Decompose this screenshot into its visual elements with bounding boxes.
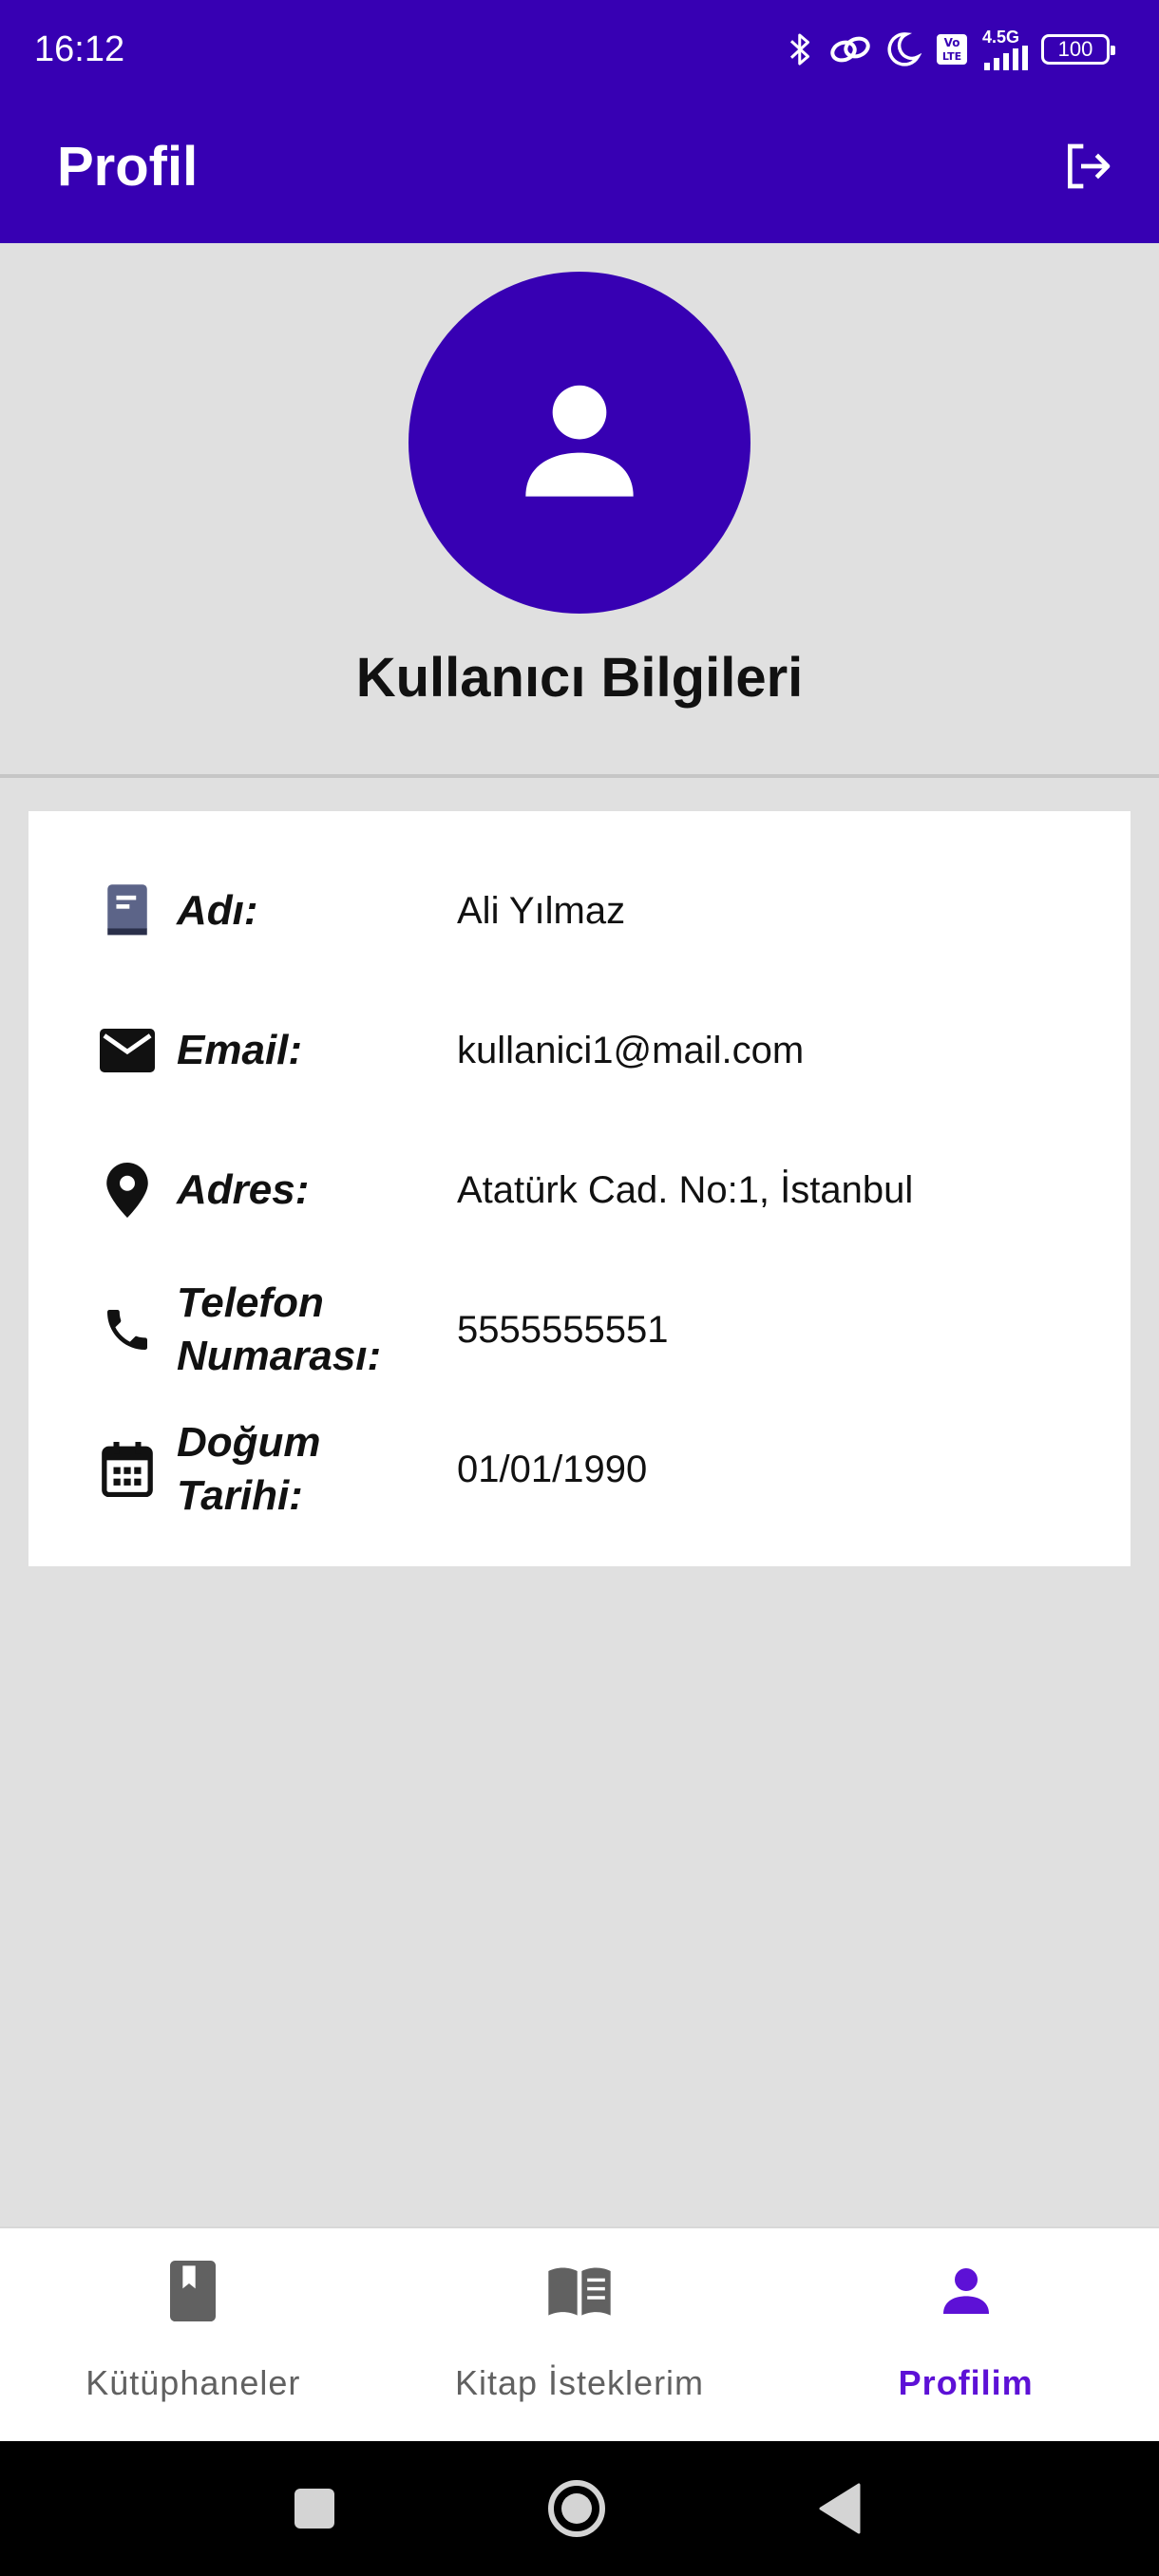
recents-button[interactable] xyxy=(281,2475,348,2542)
battery-level: 100 xyxy=(1057,37,1093,61)
bottom-navigation: Kütüphaneler Kitap İsteklerim Profilim xyxy=(0,2226,1159,2441)
info-label: Doğum Tarihi: xyxy=(177,1419,321,1519)
system-navigation-bar xyxy=(0,2441,1159,2576)
info-label: Adres: xyxy=(177,1166,310,1213)
nav-item-kutuphaneler[interactable]: Kütüphaneler xyxy=(0,2228,387,2441)
svg-text:Vo: Vo xyxy=(944,36,960,49)
nav-label: Kütüphaneler xyxy=(86,2363,301,2402)
info-label: Email: xyxy=(177,1027,303,1073)
triangle-back-icon xyxy=(819,2483,861,2534)
nav-item-kitap-isteklerim[interactable]: Kitap İsteklerim xyxy=(387,2228,773,2441)
volte-icon: Vo LTE xyxy=(937,34,967,65)
app-bar: 16:12 Vo LTE 4.5G 100 Profil xyxy=(0,0,1159,243)
divider xyxy=(0,774,1159,778)
person-icon xyxy=(525,385,634,497)
nav-label: Profilim xyxy=(898,2363,1034,2402)
info-row-birthdate: Doğum Tarihi: 01/01/1990 xyxy=(28,1403,1130,1536)
info-value: 5555555551 xyxy=(457,1308,669,1351)
nav-label: Kitap İsteklerim xyxy=(454,2363,705,2402)
circle-icon xyxy=(548,2480,605,2537)
profile-screen: 16:12 Vo LTE 4.5G 100 Profil Kullanıcı B… xyxy=(0,0,1159,2576)
info-value: 01/01/1990 xyxy=(457,1448,648,1490)
battery-icon: 100 xyxy=(1041,34,1115,65)
person-icon xyxy=(930,2255,1002,2327)
signal-group: 4.5G xyxy=(982,28,1028,70)
svg-text:LTE: LTE xyxy=(942,50,961,63)
title-row: Profil xyxy=(0,114,1159,218)
calendar-icon xyxy=(97,1439,158,1500)
info-label: Adı: xyxy=(177,887,258,934)
info-row-address: Adres: Atatürk Cad. No:1, İstanbul xyxy=(28,1124,1130,1257)
logout-button[interactable] xyxy=(1054,133,1121,199)
phone-icon xyxy=(97,1299,158,1360)
info-row-name: Adı: Ali Yılmaz xyxy=(28,844,1130,977)
avatar xyxy=(408,272,750,614)
user-info-card: Adı: Ali Yılmaz Email: kullanici1@mail.c… xyxy=(28,811,1130,1566)
link-icon xyxy=(830,36,870,63)
info-value: kullanici1@mail.com xyxy=(457,1029,805,1071)
info-row-email: Email: kullanici1@mail.com xyxy=(28,984,1130,1117)
info-label: Telefon Numarası: xyxy=(177,1279,382,1379)
info-value: Ali Yılmaz xyxy=(457,889,626,932)
square-icon xyxy=(294,2489,334,2529)
signal-icon xyxy=(984,46,1028,70)
home-button[interactable] xyxy=(543,2475,610,2542)
page-title: Profil xyxy=(57,135,199,198)
network-label: 4.5G xyxy=(982,28,1020,47)
open-book-icon xyxy=(543,2255,616,2327)
logout-icon xyxy=(1068,143,1111,189)
location-pin-icon xyxy=(97,1160,158,1221)
nav-item-profilim[interactable]: Profilim xyxy=(772,2228,1159,2441)
status-icons: Vo LTE 4.5G 100 xyxy=(787,28,1115,70)
status-bar: 16:12 Vo LTE 4.5G 100 xyxy=(0,0,1159,99)
moon-icon xyxy=(887,32,922,66)
section-title: Kullanıcı Bilgileri xyxy=(355,647,804,709)
mail-icon xyxy=(97,1020,158,1081)
bookmark-book-icon xyxy=(157,2255,229,2327)
book-icon xyxy=(97,881,158,941)
bluetooth-icon xyxy=(789,33,809,66)
info-value: Atatürk Cad. No:1, İstanbul xyxy=(457,1168,914,1211)
status-time: 16:12 xyxy=(34,28,125,69)
back-button[interactable] xyxy=(808,2475,874,2542)
info-row-phone: Telefon Numarası: 5555555551 xyxy=(28,1263,1130,1396)
